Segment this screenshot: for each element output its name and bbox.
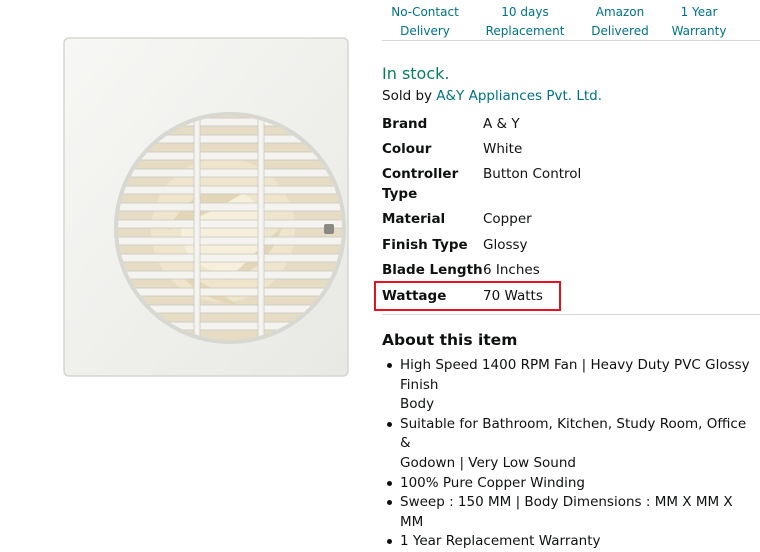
about-bullet-list: High Speed 1400 RPM Fan | Heavy Duty PVC…: [382, 356, 760, 552]
about-bullet-text: Sweep : 150 MM | Body Dimensions : MM X …: [400, 494, 733, 530]
about-bullet: Sweep : 150 MM | Body Dimensions : MM X …: [382, 493, 760, 532]
about-bullet: High Speed 1400 RPM Fan | Heavy Duty PVC…: [382, 356, 760, 415]
bullet-dot-icon: [387, 363, 392, 368]
bullet-dot-icon: [387, 480, 392, 486]
spec-value: White: [483, 141, 523, 157]
about-bullet-text: Suitable for Bathroom, Kitchen, Study Ro…: [400, 415, 747, 452]
spec-label: Finish Type: [382, 237, 468, 253]
about-bullet-text: Godown | Very Low Sound: [400, 454, 576, 471]
badge-amazon-delivered[interactable]: Amazon Delivered: [580, 3, 660, 41]
badge-line: No-Contact: [391, 5, 459, 19]
seller-link[interactable]: A&Y Appliances Pvt. Ltd.: [436, 88, 602, 104]
badge-warranty[interactable]: 1 Year Warranty: [664, 3, 734, 41]
bullet-dot-icon: [387, 539, 392, 545]
badge-line: Warranty: [671, 24, 727, 38]
product-image[interactable]: [18, 30, 358, 390]
spec-label: Material: [382, 211, 446, 227]
badge-line: 10 days: [501, 5, 549, 19]
sold-by-prefix: Sold by: [382, 88, 437, 104]
badge-no-contact-delivery[interactable]: No-Contact Delivery: [382, 3, 468, 41]
exhaust-fan-image: [63, 37, 349, 377]
spec-value: Copper: [483, 211, 532, 227]
about-bullet-text: Body: [400, 396, 435, 413]
badge-line: Replacement: [485, 24, 565, 38]
about-bullet: 1 Year Replacement Warranty: [382, 532, 760, 552]
availability-status: In stock.: [382, 64, 450, 83]
spec-label: Controller: [382, 166, 459, 182]
about-bullet-text: 1 Year Replacement Warranty: [400, 533, 601, 550]
spec-label: Brand: [382, 116, 428, 132]
spec-value: 6 Inches: [483, 262, 540, 278]
spec-label: Type: [382, 186, 418, 202]
bullet-dot-icon: [387, 421, 392, 427]
spec-label: Colour: [382, 141, 432, 157]
spec-value: Button Control: [483, 166, 582, 182]
section-divider: [382, 314, 760, 315]
badge-line: 1 Year: [680, 5, 718, 19]
sold-by: Sold by A&Y Appliances Pvt. Ltd.: [382, 88, 602, 104]
about-bullet: 100% Pure Copper Winding: [382, 474, 760, 494]
badge-replacement[interactable]: 10 days Replacement: [480, 3, 570, 41]
about-bullet: Suitable for Bathroom, Kitchen, Study Ro…: [382, 415, 760, 474]
about-bullet-text: High Speed 1400 RPM Fan | Heavy Duty PVC…: [400, 357, 750, 393]
about-bullet-text: 100% Pure Copper Winding: [400, 474, 585, 491]
spec-label: Blade Length: [382, 262, 483, 278]
bullet-dot-icon: [387, 500, 392, 506]
about-section-title: About this item: [382, 331, 518, 349]
badge-line: Delivered: [591, 24, 649, 38]
delivery-badges: No-Contact Delivery 10 days Replacement …: [382, 0, 760, 41]
badge-line: Amazon: [595, 5, 645, 19]
spec-value: Glossy: [483, 237, 528, 253]
spec-value: A & Y: [483, 116, 520, 132]
wattage-highlight-box: [374, 281, 561, 311]
badge-line: Delivery: [400, 24, 450, 38]
